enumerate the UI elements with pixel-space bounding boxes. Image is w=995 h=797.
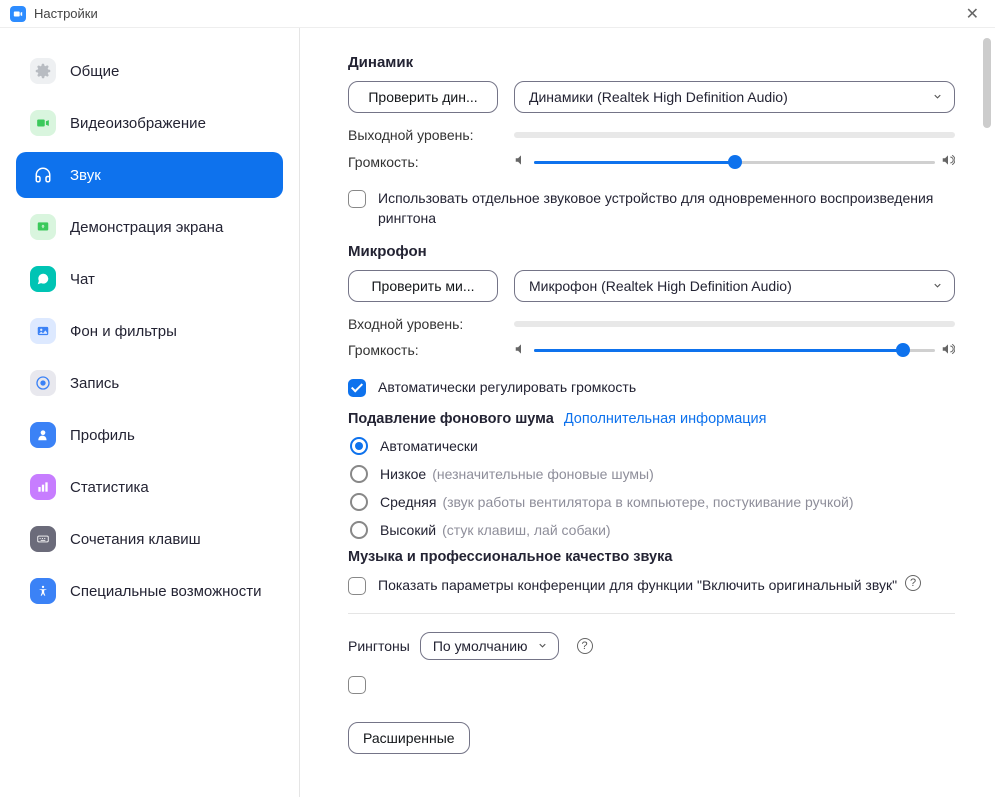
share-screen-icon bbox=[30, 214, 56, 240]
sidebar-item-label: Чат bbox=[70, 271, 95, 288]
divider bbox=[348, 613, 955, 614]
sidebar-item-recording[interactable]: Запись bbox=[16, 360, 283, 406]
sidebar-item-profile[interactable]: Профиль bbox=[16, 412, 283, 458]
noise-medium-label: Средняя bbox=[380, 494, 436, 510]
noise-medium-radio[interactable] bbox=[350, 493, 368, 511]
mic-device-select[interactable]: Микрофон (Realtek High Definition Audio) bbox=[514, 270, 955, 302]
speaker-low-icon bbox=[514, 153, 528, 170]
sidebar-item-background[interactable]: Фон и фильтры bbox=[16, 308, 283, 354]
sidebar-item-general[interactable]: Общие bbox=[16, 48, 283, 94]
window-title: Настройки bbox=[34, 6, 98, 21]
sidebar-item-label: Фон и фильтры bbox=[70, 323, 177, 340]
app-icon bbox=[10, 6, 26, 22]
partial-checkbox[interactable] bbox=[348, 676, 366, 694]
speaker-volume-slider[interactable] bbox=[534, 154, 935, 170]
noise-low-hint: (незначительные фоновые шумы) bbox=[432, 466, 654, 482]
noise-title-text: Подавление фонового шума bbox=[348, 411, 554, 427]
auto-adjust-volume-checkbox[interactable] bbox=[348, 379, 366, 397]
sidebar-item-label: Видеоизображение bbox=[70, 115, 206, 132]
sidebar-item-share[interactable]: Демонстрация экрана bbox=[16, 204, 283, 250]
noise-high-label: Высокий bbox=[380, 522, 436, 538]
sidebar-item-label: Общие bbox=[70, 63, 119, 80]
mic-volume-slider[interactable] bbox=[534, 342, 935, 358]
speaker-high-icon bbox=[941, 342, 955, 359]
noise-low-radio[interactable] bbox=[350, 465, 368, 483]
output-level-meter bbox=[514, 132, 955, 138]
test-speaker-button[interactable]: Проверить дин... bbox=[348, 81, 498, 113]
input-level-meter bbox=[514, 321, 955, 327]
sidebar-item-video[interactable]: Видеоизображение bbox=[16, 100, 283, 146]
noise-low-label: Низкое bbox=[380, 466, 426, 482]
sidebar-item-shortcuts[interactable]: Сочетания клавиш bbox=[16, 516, 283, 562]
speaker-high-icon bbox=[941, 153, 955, 170]
original-sound-checkbox[interactable] bbox=[348, 577, 366, 595]
background-icon bbox=[30, 318, 56, 344]
chat-icon bbox=[30, 266, 56, 292]
help-icon[interactable]: ? bbox=[905, 575, 921, 591]
ringtone-select[interactable]: По умолчанию bbox=[420, 632, 559, 660]
noise-medium-hint: (звук работы вентилятора в компьютере, п… bbox=[442, 494, 853, 510]
mic-device-value: Микрофон (Realtek High Definition Audio) bbox=[514, 270, 955, 302]
close-button[interactable]: ✕ bbox=[960, 2, 985, 26]
speaker-volume-label: Громкость: bbox=[348, 154, 514, 170]
separate-ringtone-device-checkbox[interactable] bbox=[348, 190, 366, 208]
original-sound-label: Показать параметры конференции для функц… bbox=[378, 575, 897, 595]
noise-auto-label: Автоматически bbox=[380, 438, 478, 454]
auto-adjust-volume-label: Автоматически регулировать громкость bbox=[378, 377, 636, 397]
titlebar: Настройки ✕ bbox=[0, 0, 995, 28]
speaker-device-value: Динамики (Realtek High Definition Audio) bbox=[514, 81, 955, 113]
video-icon bbox=[30, 110, 56, 136]
separate-ringtone-device-label: Использовать отдельное звуковое устройст… bbox=[378, 188, 955, 229]
help-icon[interactable]: ? bbox=[577, 638, 593, 654]
sidebar-item-label: Запись bbox=[70, 375, 119, 392]
ringtone-value: По умолчанию bbox=[433, 638, 528, 654]
sidebar-item-label: Статистика bbox=[70, 479, 149, 496]
chevron-down-icon bbox=[537, 638, 548, 654]
noise-high-radio[interactable] bbox=[350, 521, 368, 539]
sidebar-item-label: Профиль bbox=[70, 427, 135, 444]
sidebar-item-accessibility[interactable]: Специальные возможности bbox=[16, 568, 283, 614]
keyboard-icon bbox=[30, 526, 56, 552]
output-level-label: Выходной уровень: bbox=[348, 127, 514, 143]
statistics-icon bbox=[30, 474, 56, 500]
speaker-low-icon bbox=[514, 342, 528, 359]
noise-info-link[interactable]: Дополнительная информация bbox=[564, 411, 767, 427]
sidebar: Общие Видеоизображение Звук Демонстрация… bbox=[0, 28, 300, 797]
accessibility-icon bbox=[30, 578, 56, 604]
music-section-title: Музыка и профессиональное качество звука bbox=[348, 549, 955, 565]
noise-high-hint: (стук клавиш, лай собаки) bbox=[442, 522, 610, 538]
sidebar-item-label: Специальные возможности bbox=[70, 583, 262, 600]
speaker-device-select[interactable]: Динамики (Realtek High Definition Audio) bbox=[514, 81, 955, 113]
ringtone-label: Рингтоны bbox=[348, 638, 410, 654]
profile-icon bbox=[30, 422, 56, 448]
test-mic-button[interactable]: Проверить ми... bbox=[348, 270, 498, 302]
input-level-label: Входной уровень: bbox=[348, 316, 514, 332]
sidebar-item-statistics[interactable]: Статистика bbox=[16, 464, 283, 510]
sidebar-item-label: Звук bbox=[70, 167, 101, 184]
mic-volume-label: Громкость: bbox=[348, 342, 514, 358]
scrollbar[interactable] bbox=[983, 38, 991, 128]
main-panel: Динамик Проверить дин... Динамики (Realt… bbox=[300, 28, 995, 797]
headphones-icon bbox=[30, 162, 56, 188]
advanced-button[interactable]: Расширенные bbox=[348, 722, 470, 754]
noise-section-title: Подавление фонового шума Дополнительная … bbox=[348, 411, 955, 427]
sidebar-item-label: Сочетания клавиш bbox=[70, 531, 201, 548]
noise-auto-radio[interactable] bbox=[350, 437, 368, 455]
record-icon bbox=[30, 370, 56, 396]
speaker-section-title: Динамик bbox=[348, 54, 955, 71]
sidebar-item-chat[interactable]: Чат bbox=[16, 256, 283, 302]
sidebar-item-audio[interactable]: Звук bbox=[16, 152, 283, 198]
sidebar-item-label: Демонстрация экрана bbox=[70, 219, 223, 236]
microphone-section-title: Микрофон bbox=[348, 243, 955, 260]
gear-icon bbox=[30, 58, 56, 84]
